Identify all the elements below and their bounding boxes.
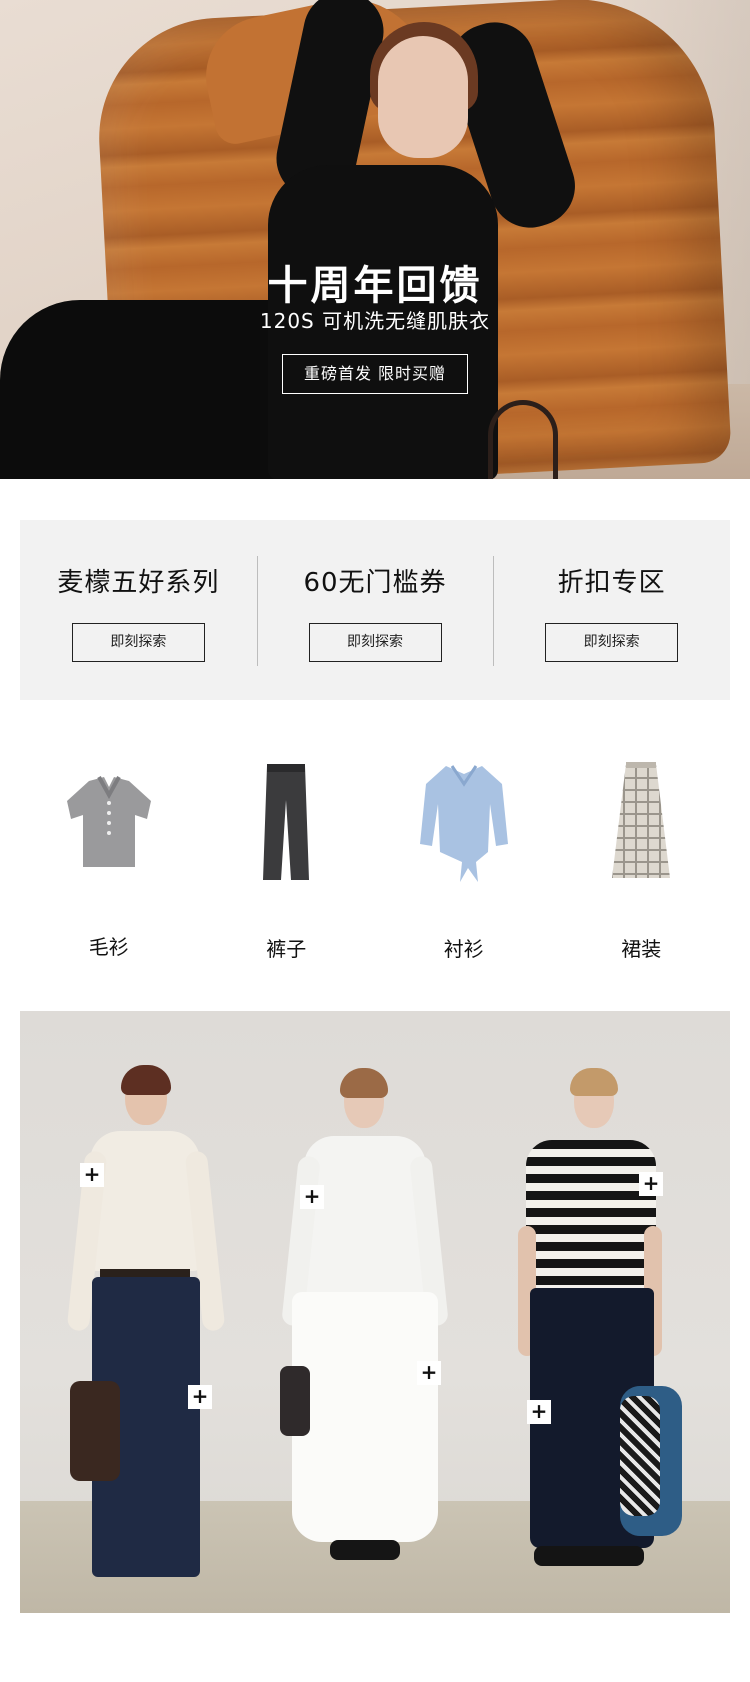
promo-panel: 麦檬五好系列 即刻探索 60无门槛券 即刻探索 折扣专区 即刻探索 xyxy=(20,520,730,700)
explore-button[interactable]: 即刻探索 xyxy=(71,623,205,662)
add-item-plus-icon[interactable]: + xyxy=(300,1185,324,1209)
add-item-plus-icon[interactable]: + xyxy=(639,1172,663,1196)
category-label: 裙装 xyxy=(621,937,662,961)
category-pants[interactable]: 裤子 xyxy=(198,760,376,961)
hero-title: 十周年回馈 xyxy=(267,263,483,309)
add-item-plus-icon[interactable]: + xyxy=(527,1400,551,1424)
add-item-plus-icon[interactable]: + xyxy=(417,1361,441,1385)
skirt-icon[interactable] xyxy=(581,760,701,885)
add-item-plus-icon[interactable]: + xyxy=(188,1385,212,1409)
page: 十周年回馈 120S 可机洗无缝肌肤衣 重磅首发 限时买赠 麦檬五好系列 即刻探… xyxy=(0,0,750,1682)
promo-coupon[interactable]: 60无门槛券 即刻探索 xyxy=(256,520,494,700)
category-sweater[interactable]: 毛衫 xyxy=(20,760,198,960)
explore-button[interactable]: 即刻探索 xyxy=(308,623,442,662)
category-skirt[interactable]: 裙装 xyxy=(553,760,731,961)
shirt-icon[interactable] xyxy=(404,760,524,885)
promo-title: 折扣专区 xyxy=(557,568,666,598)
category-label: 衬衫 xyxy=(443,937,484,961)
sweater-icon[interactable] xyxy=(49,760,169,883)
promo-title: 麦檬五好系列 xyxy=(57,568,220,598)
model-3 xyxy=(510,1066,682,1596)
category-row: 毛衫 裤子 衬衫 裙装 xyxy=(20,760,731,961)
model-2 xyxy=(280,1066,450,1596)
lookbook-image: + + + + + + xyxy=(20,1011,730,1613)
pants-icon[interactable] xyxy=(226,760,346,885)
promo-discount[interactable]: 折扣专区 即刻探索 xyxy=(493,520,730,700)
explore-button[interactable]: 即刻探索 xyxy=(545,623,679,662)
category-label: 裤子 xyxy=(266,937,307,961)
add-item-plus-icon[interactable]: + xyxy=(80,1163,104,1187)
category-label: 毛衫 xyxy=(88,935,129,959)
hero-cta-button[interactable]: 重磅首发 限时买赠 xyxy=(282,354,468,394)
promo-title: 60无门槛券 xyxy=(303,568,447,598)
model-1 xyxy=(66,1061,230,1601)
hero-subtitle: 120S 可机洗无缝肌肤衣 xyxy=(259,309,491,333)
promo-series[interactable]: 麦檬五好系列 即刻探索 xyxy=(20,520,257,700)
hero-banner[interactable]: 十周年回馈 120S 可机洗无缝肌肤衣 重磅首发 限时买赠 xyxy=(0,0,750,479)
category-shirt[interactable]: 衬衫 xyxy=(375,760,553,961)
